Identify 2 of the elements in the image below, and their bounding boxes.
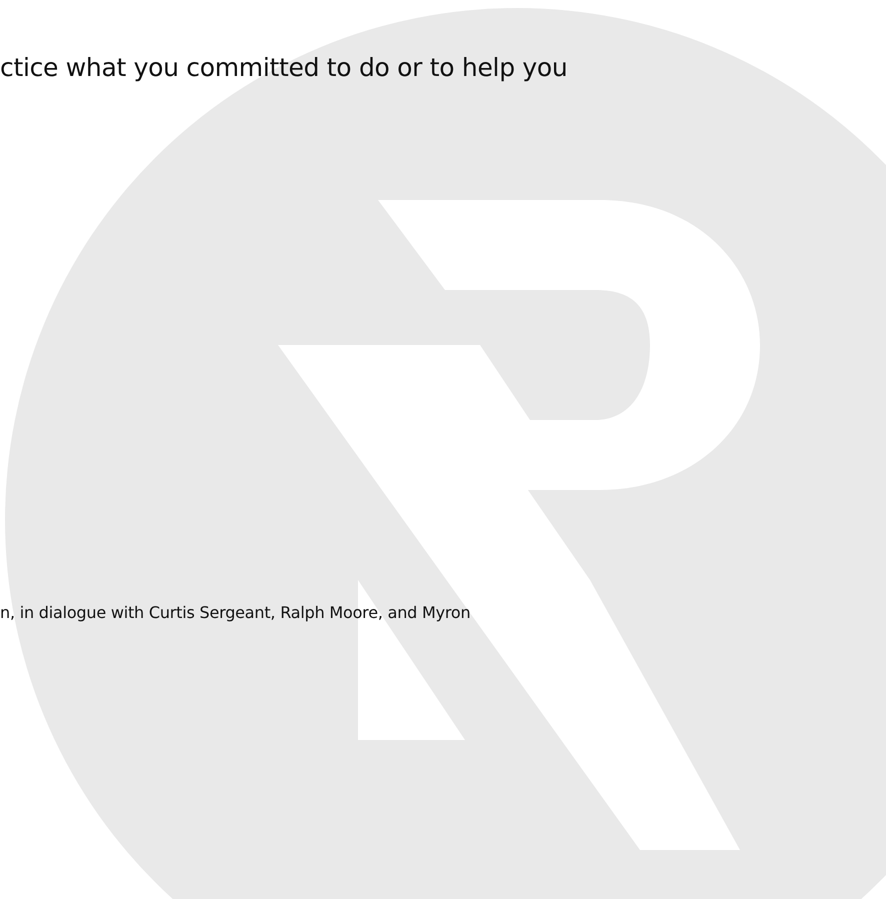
credit-text: n, in dialogue with Curtis Sergeant, Ralph Moore, and Myron	[0, 602, 470, 624]
body-text: ctice what you committed to do or to help you	[0, 52, 568, 84]
